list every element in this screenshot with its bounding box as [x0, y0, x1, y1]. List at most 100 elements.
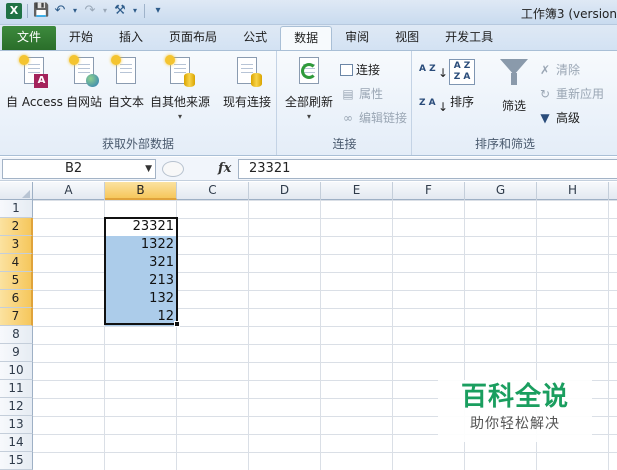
tab-developer[interactable]: 开发工具	[432, 26, 506, 50]
row-header-1[interactable]: 1	[0, 200, 33, 218]
text-file-icon	[111, 55, 141, 89]
cell-b3[interactable]: 1322	[105, 236, 177, 254]
edit-links-button[interactable]: ∞ 编辑链接	[340, 109, 407, 126]
from-web-label: 自网站	[66, 95, 103, 109]
from-other-sources-button[interactable]: 自其他来源 ▾	[150, 55, 210, 121]
row-header-12[interactable]: 12	[0, 398, 33, 416]
sort-ascending-icon: A Z	[419, 64, 436, 74]
title-bar: X 💾 ↶ ▾ ↷ ▾ ⚒ ▾ ▾ 工作簿3 (version	[0, 0, 617, 25]
row-header-11[interactable]: 11	[0, 380, 33, 398]
customize-qat-icon[interactable]: ▾	[150, 3, 166, 19]
column-header-f[interactable]: F	[393, 182, 465, 200]
tab-insert[interactable]: 插入	[106, 26, 156, 50]
chevron-down-icon: ▾	[178, 112, 183, 121]
ribbon-tab-bar: 文件 开始 插入 页面布局 公式 数据 审阅 视图 开发工具	[0, 25, 617, 50]
row-header-15[interactable]: 15	[0, 452, 33, 470]
existing-connections-label: 现有连接	[223, 95, 272, 109]
cell-b5[interactable]: 213	[105, 272, 177, 290]
row-header-3[interactable]: 3	[0, 236, 33, 254]
clear-button[interactable]: ✗ 清除	[537, 61, 580, 78]
chevron-down-icon[interactable]: ▼	[145, 160, 152, 178]
column-header-h[interactable]: H	[537, 182, 609, 200]
tab-view[interactable]: 视图	[382, 26, 432, 50]
tools-dropdown-icon[interactable]: ▾	[131, 3, 139, 19]
row-header-10[interactable]: 10	[0, 362, 33, 380]
tab-page-layout[interactable]: 页面布局	[156, 26, 230, 50]
row-header-8[interactable]: 8	[0, 326, 33, 344]
insert-function-icon[interactable]: fx	[218, 159, 231, 179]
from-access-button[interactable]: A 自 Access	[6, 55, 63, 110]
column-header-d[interactable]: D	[249, 182, 321, 200]
row-header-7[interactable]: 7	[0, 308, 33, 326]
save-icon[interactable]: 💾	[33, 3, 49, 19]
clear-label: 清除	[556, 63, 581, 77]
ribbon-panel: A 自 Access 自网站 自文本 自其他来源 ▾ 现有连接 获取外部数据 全…	[0, 50, 617, 156]
undo-icon[interactable]: ↶	[52, 3, 68, 19]
advanced-button[interactable]: ▼ 高级	[537, 109, 580, 126]
existing-connections-button[interactable]: 现有连接	[223, 55, 271, 110]
connections-label: 连接	[356, 63, 381, 77]
tab-review[interactable]: 审阅	[332, 26, 382, 50]
link-icon: ∞	[343, 110, 353, 125]
formula-bar: B2 ▼ fx 23321	[0, 157, 617, 181]
from-text-button[interactable]: 自文本	[108, 55, 144, 110]
from-web-button[interactable]: 自网站	[66, 55, 102, 110]
sort-label: 排序	[449, 95, 474, 109]
chevron-down-icon: ▾	[307, 112, 312, 121]
cell-b4[interactable]: 321	[105, 254, 177, 272]
refresh-all-label: 全部刷新	[285, 95, 334, 109]
column-header-b[interactable]: B	[105, 182, 177, 200]
reapply-button[interactable]: ↻ 重新应用	[537, 85, 604, 102]
tab-data[interactable]: 数据	[280, 26, 333, 50]
undo-dropdown-icon[interactable]: ▾	[71, 3, 79, 19]
column-header-c[interactable]: C	[177, 182, 249, 200]
connections-icon	[340, 63, 353, 76]
row-header-2[interactable]: 2	[0, 218, 33, 236]
excel-logo-icon[interactable]: X	[6, 3, 22, 19]
row-header-14[interactable]: 14	[0, 434, 33, 452]
properties-button[interactable]: ▤ 属性	[340, 85, 383, 102]
column-header-g[interactable]: G	[465, 182, 537, 200]
reapply-label: 重新应用	[556, 87, 605, 101]
tools-icon[interactable]: ⚒	[112, 3, 128, 19]
formula-input[interactable]: 23321	[238, 159, 617, 179]
select-all-corner[interactable]	[0, 182, 33, 200]
cell-b7[interactable]: 12	[105, 308, 177, 326]
web-icon	[69, 55, 99, 89]
column-header-row: A B C D E F G H	[0, 182, 617, 200]
name-box-value: B2	[65, 161, 83, 176]
refresh-icon	[294, 55, 324, 89]
tab-home[interactable]: 开始	[56, 26, 106, 50]
group-label-external: 获取外部数据	[101, 137, 174, 151]
row-header-13[interactable]: 13	[0, 416, 33, 434]
advanced-label: 高级	[556, 111, 581, 125]
row-header-5[interactable]: 5	[0, 272, 33, 290]
filter-button[interactable]: 筛选	[499, 55, 529, 114]
sort-descending-button[interactable]: Z A ↓	[419, 99, 448, 115]
column-header-e[interactable]: E	[321, 182, 393, 200]
watermark-title: 百科全说	[460, 382, 569, 412]
watermark-subtitle: 助你轻松解决	[470, 416, 560, 432]
group-sort-filter: A Z ↓ Z A ↓ A Z Z A 排序 筛选 ✗ 清除 ↻ 重新应用 ▼ …	[413, 51, 617, 155]
redo-icon[interactable]: ↷	[82, 3, 98, 19]
refresh-all-button[interactable]: 全部刷新 ▾	[285, 55, 333, 121]
sort-ascending-button[interactable]: A Z ↓	[419, 65, 448, 81]
cell-b2[interactable]: 23321	[105, 218, 177, 236]
row-header-6[interactable]: 6	[0, 290, 33, 308]
formula-expand-handle[interactable]	[162, 161, 184, 177]
cell-b6[interactable]: 132	[105, 290, 177, 308]
existing-connections-icon	[232, 55, 262, 89]
tab-file[interactable]: 文件	[2, 26, 57, 50]
tab-formulas[interactable]: 公式	[230, 26, 280, 50]
redo-dropdown-icon[interactable]: ▾	[101, 3, 109, 19]
row-header-9[interactable]: 9	[0, 344, 33, 362]
row-header-4[interactable]: 4	[0, 254, 33, 272]
sort-button[interactable]: A Z Z A 排序	[447, 55, 477, 110]
column-header-a[interactable]: A	[33, 182, 105, 200]
name-box[interactable]: B2 ▼	[2, 159, 156, 179]
quick-access-toolbar: X 💾 ↶ ▾ ↷ ▾ ⚒ ▾ ▾	[6, 3, 166, 19]
access-icon: A	[19, 55, 49, 89]
fill-handle[interactable]	[174, 321, 180, 327]
connections-button[interactable]: 连接	[340, 61, 380, 78]
qat-divider	[144, 4, 145, 18]
